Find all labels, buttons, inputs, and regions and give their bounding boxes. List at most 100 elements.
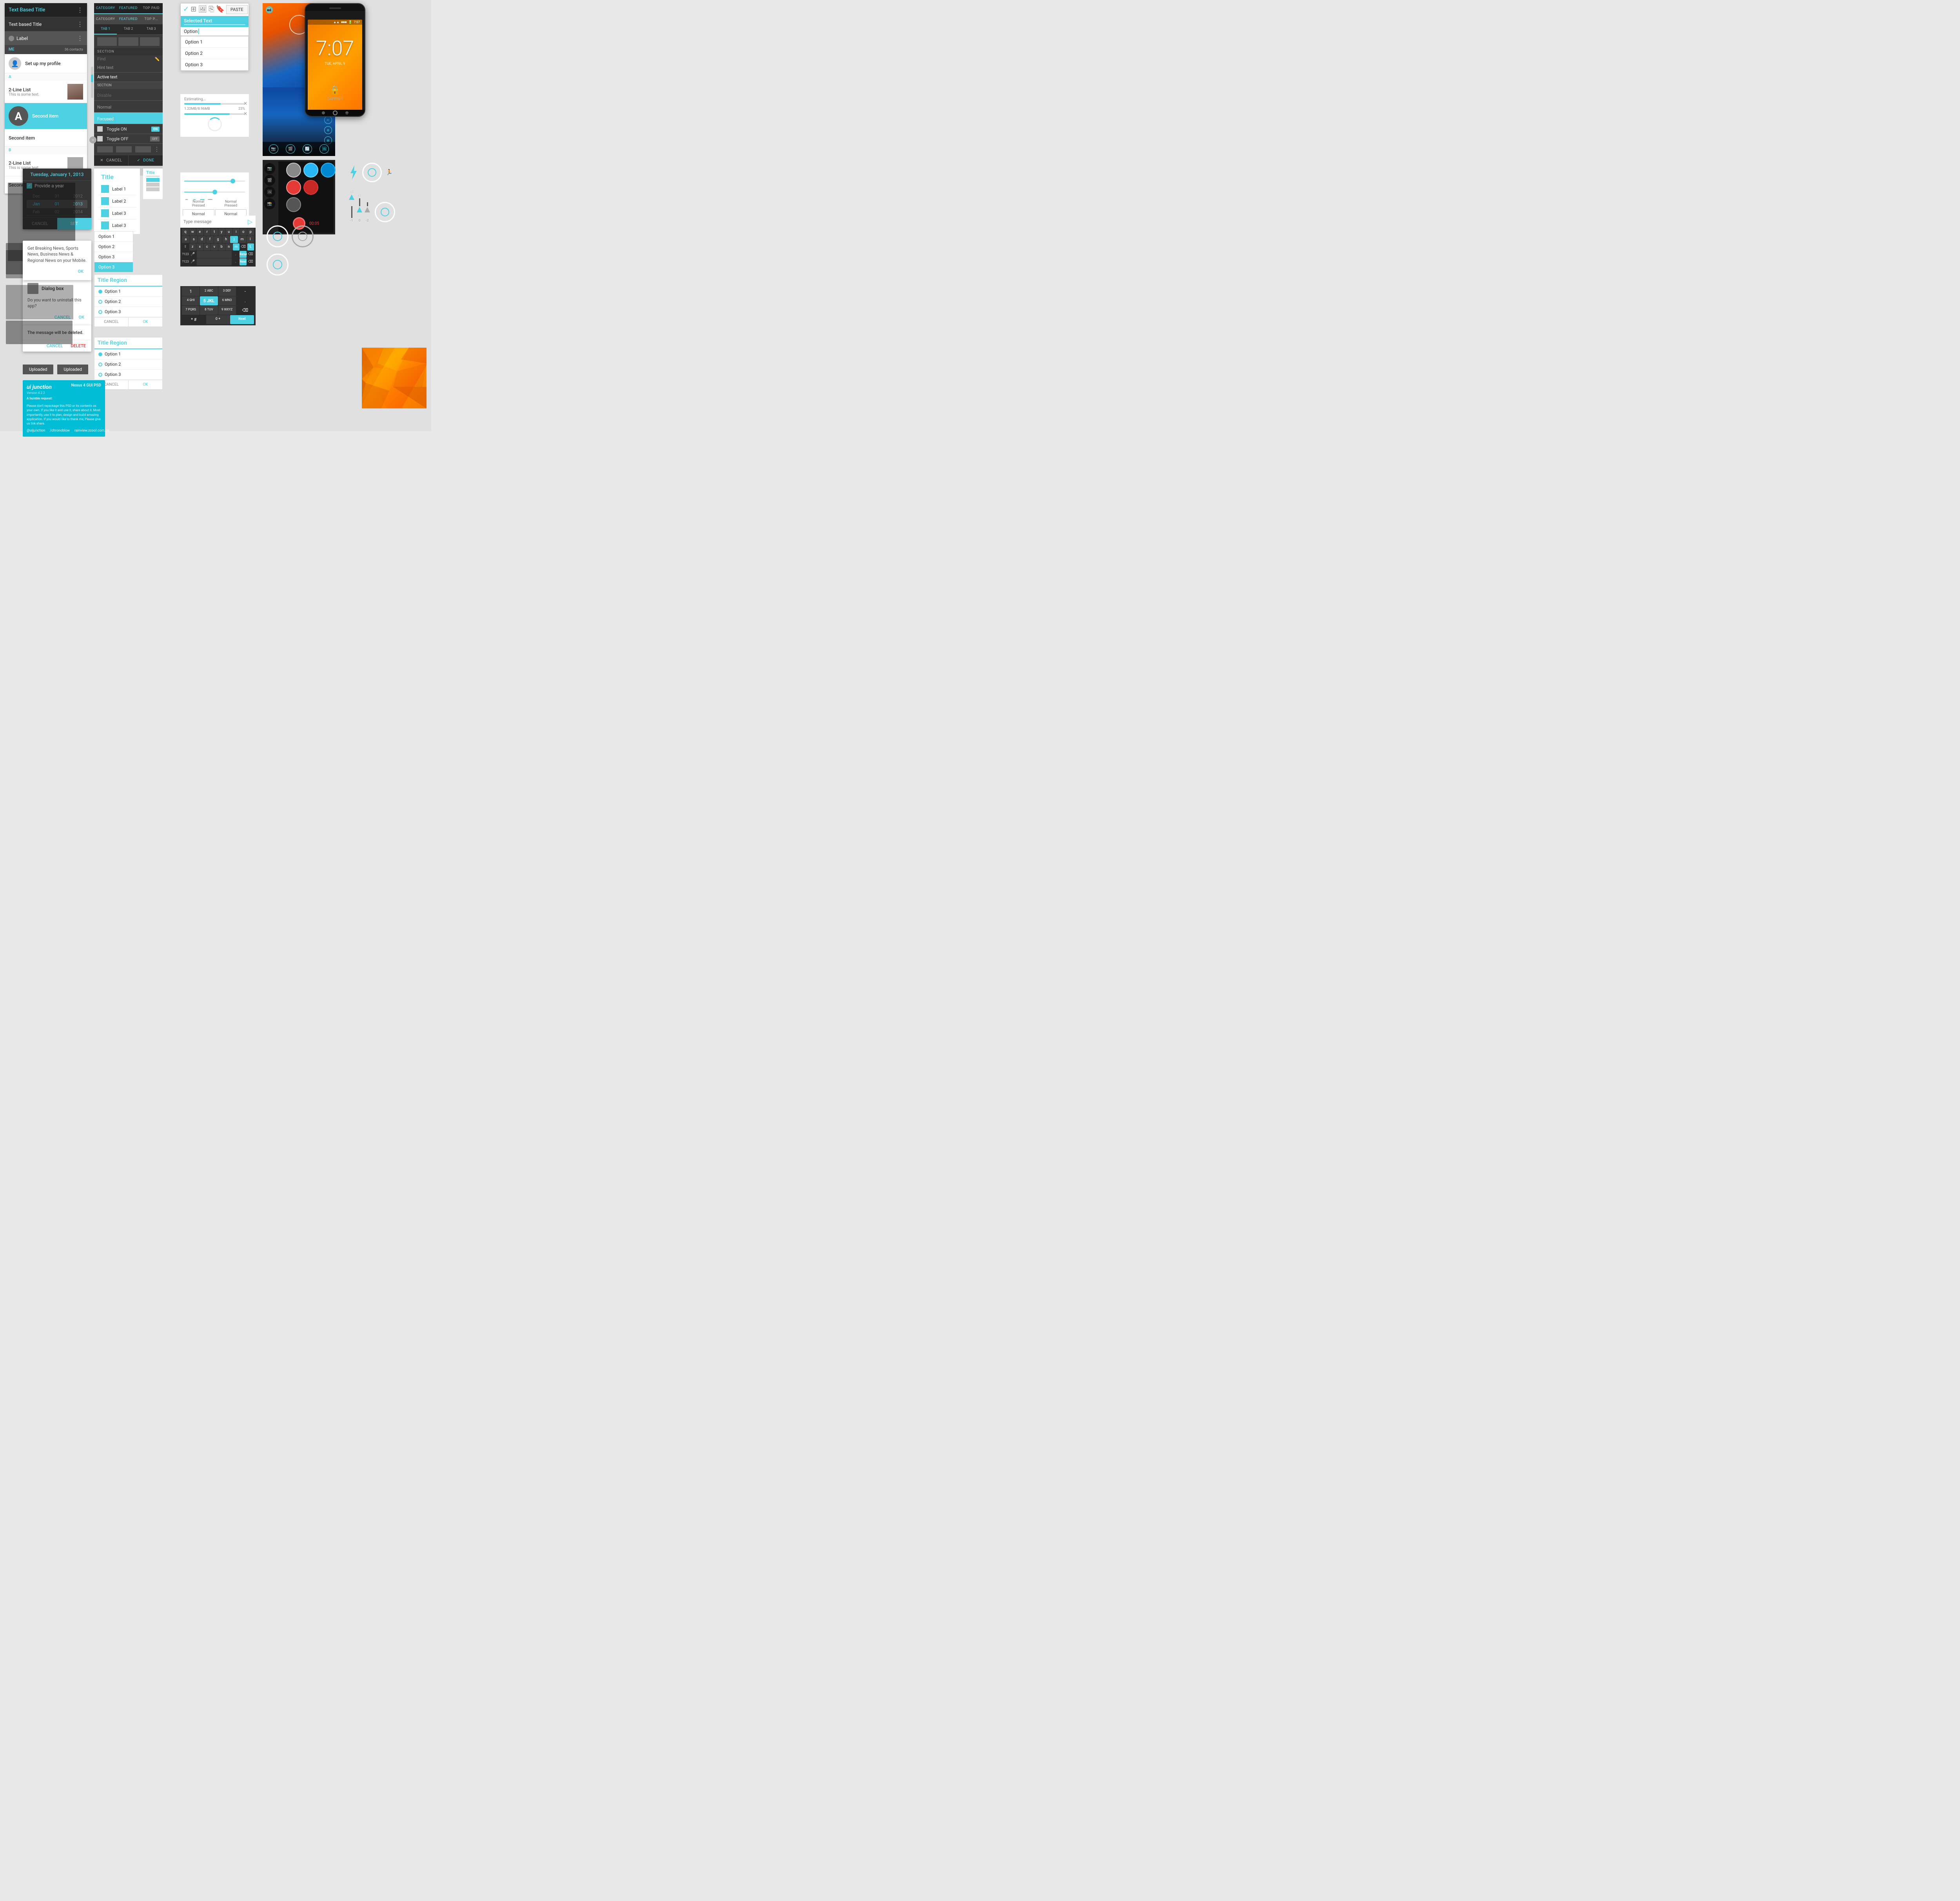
kb-mic[interactable]: 🎤 <box>189 251 196 258</box>
knob-blue-1[interactable] <box>303 163 318 178</box>
kb-shift[interactable]: ⇧ <box>182 243 189 250</box>
hdr-settings-icon[interactable]: ⚙ <box>324 126 332 134</box>
kb-i[interactable]: i <box>233 229 240 236</box>
num-4[interactable]: 4 GHI <box>182 296 200 305</box>
progress-close-1[interactable]: ✕ <box>243 101 247 106</box>
tr2-opt-3[interactable]: Option 3 <box>94 370 162 380</box>
num-8[interactable]: 8 TUV <box>200 306 218 315</box>
tr1-ok-btn[interactable]: OK <box>129 317 162 327</box>
cancel-button[interactable]: ✕ CANCEL <box>94 155 129 166</box>
message-input[interactable] <box>183 219 245 224</box>
tr2-ok-btn[interactable]: OK <box>129 380 162 389</box>
tr1-opt-1[interactable]: Option 1 <box>94 287 162 297</box>
toggle-on-state[interactable]: ON <box>151 127 160 132</box>
twitter-handle[interactable]: @uijunction <box>27 429 45 433</box>
num-1[interactable]: 1 <box>182 287 200 296</box>
website-link[interactable]: rainview.zcool.com.cn <box>74 429 109 433</box>
list-item-selected[interactable]: A Second item <box>5 103 87 129</box>
progress-close-2[interactable]: ✕ <box>243 111 247 116</box>
list-item-3[interactable]: Second item <box>5 129 87 147</box>
kb-s[interactable]: s <box>190 236 198 243</box>
kb-dot[interactable]: . <box>232 251 239 258</box>
hdr-cam-btn[interactable]: 📷 <box>269 144 278 154</box>
cat-tab-featured[interactable]: FEATURED <box>117 3 140 13</box>
kb-j[interactable]: j <box>230 236 238 243</box>
num-0[interactable]: 0 + <box>206 315 230 324</box>
tr2-opt-1[interactable]: Option 1 <box>94 349 162 359</box>
num-star[interactable]: * # <box>182 315 206 324</box>
kb-f[interactable]: f <box>206 236 214 243</box>
kb-m-top[interactable]: m <box>238 236 246 243</box>
kb-h[interactable]: h <box>222 236 230 243</box>
tr1-opt-3[interactable]: Option 3 <box>94 307 162 317</box>
kb-x[interactable]: x <box>196 243 203 250</box>
knob-grey[interactable] <box>286 163 301 178</box>
kb-o[interactable]: o <box>240 229 247 236</box>
knob-blue-2[interactable] <box>321 163 336 178</box>
circ-ctrl-1[interactable] <box>267 225 289 247</box>
done-button[interactable]: ✓ DONE <box>129 155 163 166</box>
send-icon[interactable]: ▷ <box>248 218 252 225</box>
tr2-opt-2[interactable]: Option 2 <box>94 359 162 370</box>
cam-ctrl-3[interactable]: 🖼 <box>264 187 275 198</box>
kb-b[interactable]: b <box>218 243 225 250</box>
slider-2-thumb[interactable] <box>212 190 217 194</box>
opt-3[interactable]: Option 3 <box>94 252 133 262</box>
opt-2[interactable]: Option 2 <box>94 242 133 252</box>
num-7[interactable]: 7 PQRS <box>182 306 200 315</box>
opt-1[interactable]: Option 1 <box>94 232 133 242</box>
kb-g[interactable]: g <box>214 236 222 243</box>
kb-r[interactable]: r <box>204 229 211 236</box>
circ-ctrl-2[interactable] <box>292 225 314 247</box>
dropdown-option-2[interactable]: Option 2 <box>181 48 248 59</box>
label-item-4[interactable]: Label 3 <box>98 219 136 232</box>
toggle-off-state[interactable]: OFF <box>150 136 160 141</box>
scroll-indicator[interactable] <box>91 67 93 98</box>
kb-y[interactable]: y <box>218 229 225 236</box>
kb-t[interactable]: t <box>211 229 218 236</box>
num-6[interactable]: 6 MNO <box>218 296 236 305</box>
dropdown-option-1[interactable]: Option 1 <box>181 36 248 48</box>
upload-btn-1[interactable]: Uploaded <box>23 365 53 374</box>
kb-num-toggle[interactable]: ?123 <box>182 251 189 258</box>
nav-recent[interactable]: □ <box>345 111 348 114</box>
tr1-cancel-btn[interactable]: Cancel <box>94 317 129 327</box>
focused-row[interactable]: Focused <box>94 112 163 124</box>
expand-circle-btn[interactable]: ○ <box>89 136 96 143</box>
label-item-1[interactable]: Label 1 <box>98 183 136 195</box>
cam-ctrl-2[interactable]: 🎬 <box>264 175 275 186</box>
alert-ok-btn[interactable]: OK <box>74 267 87 276</box>
num-del[interactable]: - <box>236 287 254 296</box>
circ-ctrl-3[interactable] <box>267 254 289 276</box>
tab-2[interactable]: TAB 2 <box>117 24 140 34</box>
num-backspace[interactable]: ⌫ <box>236 306 254 315</box>
tab-3[interactable]: TAB 3 <box>140 24 163 34</box>
kb-mic-2[interactable]: 🎤 <box>189 258 196 265</box>
kb-return[interactable]: Return <box>240 251 247 258</box>
paste-button[interactable]: PASTE <box>226 5 248 14</box>
kb-v[interactable]: v <box>211 243 218 250</box>
find-input[interactable] <box>97 57 153 62</box>
num-slash[interactable]: . <box>236 296 254 305</box>
kb-l[interactable]: l <box>247 236 254 243</box>
kb-del2[interactable]: ⌫ <box>247 251 254 258</box>
kb-e[interactable]: e <box>196 229 203 236</box>
cam-icon-small[interactable]: 📷 <box>266 6 273 13</box>
github-handle[interactable]: /chronoblow <box>50 429 70 433</box>
knob-right-2[interactable] <box>375 202 395 222</box>
kb-a[interactable]: a <box>182 236 190 243</box>
kb-n[interactable]: n <box>225 243 232 250</box>
dialog-ok-btn[interactable]: OK <box>76 313 87 321</box>
nav-home[interactable] <box>333 111 338 115</box>
kb-L-big[interactable]: L <box>247 243 254 250</box>
kb-z[interactable]: z <box>189 243 196 250</box>
knob-right-1[interactable] <box>362 163 382 182</box>
label-item-3[interactable]: Label 3 <box>98 207 136 219</box>
kb-next[interactable]: Next <box>240 258 247 265</box>
kb-c[interactable]: c <box>204 243 211 250</box>
num-5[interactable]: 5 JKL <box>200 296 218 305</box>
kb-w[interactable]: w <box>189 229 196 236</box>
kb-backspace[interactable]: ⌫ <box>240 243 247 250</box>
kb-dot-2[interactable]: . <box>232 258 239 265</box>
knob-dark-1[interactable] <box>286 197 301 212</box>
